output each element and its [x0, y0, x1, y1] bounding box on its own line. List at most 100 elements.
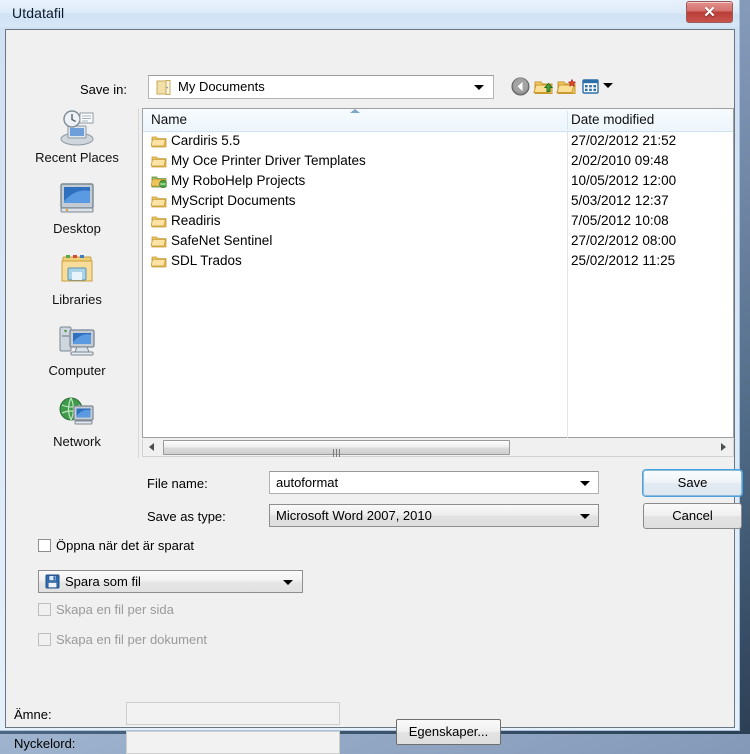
folder-shared-icon [151, 176, 167, 188]
file-name: Readiris [171, 213, 221, 228]
computer-icon [59, 326, 95, 356]
file-date: 2/02/2010 09:48 [571, 153, 669, 168]
save-mode-combobox[interactable]: Spara som fil [38, 570, 303, 593]
output-options-panel: Öppna när det är sparat Spara som fil Sk… [6, 530, 734, 754]
file-name: My RoboHelp Projects [171, 173, 306, 188]
file-date: 27/02/2012 08:00 [571, 233, 677, 248]
subject-field[interactable] [126, 702, 340, 725]
sort-ascending-icon [350, 109, 360, 113]
file-name: SDL Trados [171, 253, 242, 268]
folder-icon [151, 196, 167, 208]
column-header-row: Name Date modified [143, 109, 733, 132]
places-bar: Recent Places Desktop Libraries Computer… [15, 108, 139, 458]
place-computer[interactable]: Computer [15, 321, 139, 391]
file-save-panel: Save in: My Documents Recent Places Desk… [6, 30, 742, 529]
file-date: 25/02/2012 11:25 [571, 253, 676, 268]
network-icon [59, 397, 94, 425]
open-when-saved-label: Öppna när det är sparat [56, 538, 195, 553]
scrollbar-grip [332, 444, 342, 457]
folder-icon [151, 216, 167, 228]
file-date: 7/05/2012 10:08 [571, 213, 669, 228]
horizontal-scrollbar[interactable] [142, 439, 734, 457]
views-icon[interactable] [580, 76, 601, 97]
scrollbar-thumb[interactable] [163, 440, 510, 457]
table-row[interactable]: My RoboHelp Projects 10/05/2012 12:00 [143, 172, 733, 192]
save-in-label: Save in: [80, 82, 127, 97]
file-name-value: autoformat [276, 475, 339, 490]
file-date: 10/05/2012 12:00 [571, 173, 677, 188]
scroll-left-button[interactable] [144, 439, 161, 455]
save-as-type-label: Save as type: [147, 509, 226, 524]
dialog-client-area: Save in: My Documents Recent Places Desk… [5, 29, 742, 754]
keywords-field[interactable] [126, 731, 340, 754]
subject-label: Ämne: [14, 707, 52, 722]
file-name-label: File name: [147, 476, 208, 491]
file-name: My Oce Printer Driver Templates [171, 153, 366, 168]
folder-icon [156, 80, 171, 95]
chevron-down-icon [474, 85, 484, 90]
libraries-icon [61, 255, 93, 282]
folder-icon [151, 136, 167, 148]
save-button[interactable]: Save [643, 470, 742, 496]
file-list[interactable]: Name Date modified Cardiris 5.5 27/02/20… [142, 108, 734, 438]
chevron-down-icon [283, 580, 293, 585]
file-date: 5/03/2012 12:37 [571, 193, 669, 208]
table-row[interactable]: Cardiris 5.5 27/02/2012 21:52 [143, 132, 733, 152]
save-in-combobox[interactable]: My Documents [148, 75, 494, 99]
file-name: SafeNet Sentinel [171, 233, 273, 248]
column-header-date-modified[interactable]: Date modified [571, 112, 654, 127]
title-bar: Utdatafil ✕ [0, 0, 739, 27]
cancel-button[interactable]: Cancel [643, 503, 742, 529]
dialog-window: Utdatafil ✕ Save in: My Documents Recent… [0, 0, 742, 754]
close-icon: ✕ [703, 4, 716, 21]
chevron-down-icon [580, 514, 590, 519]
file-per-document-label: Skapa en fil per dokument [56, 632, 208, 647]
checkbox-box [38, 603, 51, 616]
file-name: MyScript Documents [171, 193, 296, 208]
scroll-right-button[interactable] [715, 439, 732, 455]
place-label: Network [53, 434, 101, 449]
keywords-label: Nyckelord: [14, 736, 76, 751]
floppy-disk-icon [45, 574, 60, 589]
place-recent-places[interactable]: Recent Places [15, 108, 139, 178]
folder-icon [151, 236, 167, 248]
checkbox-box[interactable] [38, 539, 51, 552]
folder-icon [151, 156, 167, 168]
column-header-name[interactable]: Name [151, 112, 187, 127]
properties-button[interactable]: Egenskaper... [396, 719, 501, 745]
place-label: Desktop [53, 221, 101, 236]
save-as-type-combobox[interactable]: Microsoft Word 2007, 2010 [269, 504, 599, 527]
place-desktop[interactable]: Desktop [15, 179, 139, 249]
checkbox-box [38, 633, 51, 646]
views-dropdown-arrow-icon[interactable] [603, 83, 613, 88]
chevron-down-icon[interactable] [580, 481, 590, 486]
file-date: 27/02/2012 21:52 [571, 133, 677, 148]
save-in-value: My Documents [178, 79, 265, 94]
desktop-icon [60, 183, 94, 213]
chevron-left-icon [149, 443, 154, 451]
table-row[interactable]: Readiris 7/05/2012 10:08 [143, 212, 733, 232]
file-rows: Cardiris 5.5 27/02/2012 21:52 My Oce Pri… [143, 132, 733, 272]
column-divider [567, 111, 568, 130]
place-libraries[interactable]: Libraries [15, 250, 139, 320]
recent-places-icon [60, 110, 94, 146]
place-label: Recent Places [35, 150, 119, 165]
place-label: Computer [48, 363, 106, 378]
close-button[interactable]: ✕ [686, 1, 733, 23]
file-name-input[interactable]: autoformat [269, 471, 599, 494]
chevron-right-icon [721, 443, 726, 451]
save-mode-value: Spara som fil [65, 574, 141, 589]
table-row[interactable]: SafeNet Sentinel 27/02/2012 08:00 [143, 232, 733, 252]
place-network[interactable]: Network [15, 392, 139, 462]
table-row[interactable]: MyScript Documents 5/03/2012 12:37 [143, 192, 733, 212]
folder-icon [151, 256, 167, 268]
back-icon[interactable] [510, 76, 531, 97]
table-row[interactable]: SDL Trados 25/02/2012 11:25 [143, 252, 733, 272]
new-folder-icon[interactable] [556, 76, 577, 97]
place-label: Libraries [52, 292, 102, 307]
table-row[interactable]: My Oce Printer Driver Templates 2/02/201… [143, 152, 733, 172]
up-one-level-icon[interactable] [533, 76, 554, 97]
save-as-type-value: Microsoft Word 2007, 2010 [276, 508, 432, 523]
file-name: Cardiris 5.5 [171, 133, 241, 148]
file-per-page-label: Skapa en fil per sida [56, 602, 174, 617]
